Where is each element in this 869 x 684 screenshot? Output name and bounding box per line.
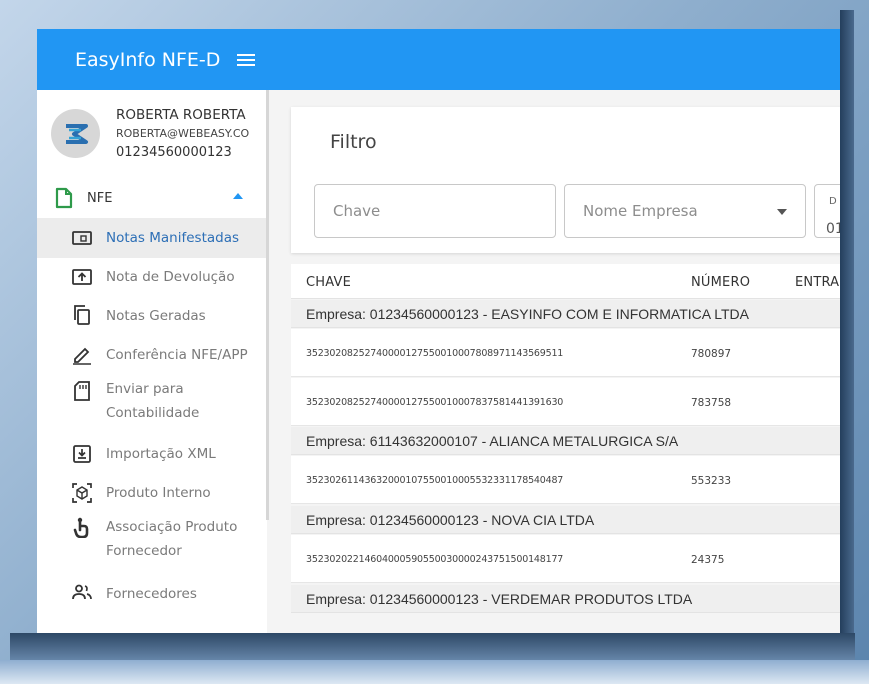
column-header-number[interactable]: NÚMERO <box>691 275 750 290</box>
frame-shadow-right <box>840 10 854 660</box>
table-row[interactable]: 3523026114363200010755001000553233117854… <box>291 456 840 504</box>
user-name: ROBERTA ROBERTA <box>116 107 246 123</box>
filter-title: Filtro <box>330 131 377 153</box>
column-header-key[interactable]: CHAVE <box>306 275 351 290</box>
cell-key: 3523020825274000012755001000780897114356… <box>306 348 564 359</box>
sidebar-item-enviar-contabilidade[interactable]: Enviar para Contabilidade <box>37 374 267 434</box>
sidebar-scrollbar[interactable] <box>266 90 269 520</box>
column-header-entry[interactable]: ENTRA <box>795 275 839 290</box>
easyinfo-logo-icon <box>65 123 88 144</box>
document-icon <box>71 227 93 249</box>
frame-shadow-fade <box>0 660 869 684</box>
user-profile: ROBERTA ROBERTA ROBERTA@WEBEASY.CO 01234… <box>51 107 267 167</box>
sidebar-section-label: NFE <box>87 191 113 206</box>
sidebar-section-nfe[interactable]: NFE <box>37 187 267 211</box>
file-icon <box>55 187 73 209</box>
pencil-icon <box>71 344 93 366</box>
table-row[interactable]: 3523020221460400059055003000024375150014… <box>291 535 840 583</box>
sidebar-item-label: Notas Geradas <box>106 308 206 324</box>
cell-number: 24375 <box>691 554 725 566</box>
sidebar-item-associacao-produto[interactable]: Associação Produto Fornecedor <box>37 512 267 574</box>
user-email: ROBERTA@WEBEASY.CO <box>116 127 250 140</box>
sidebar-item-conferencia[interactable]: Conferência NFE/APP <box>37 336 267 374</box>
sd-card-icon <box>71 380 93 402</box>
cell-number: 553233 <box>691 475 732 487</box>
date-input-value: 01 <box>826 221 840 237</box>
sidebar-item-label-line2: Fornecedor <box>106 543 182 559</box>
company-group-row: Empresa: 01234560000123 - VERDEMAR PRODU… <box>291 585 840 613</box>
sidebar-item-nota-devolucao[interactable]: Nota de Devolução <box>37 258 267 296</box>
company-group-row: Empresa: 01234560000123 - EASYINFO COM E… <box>291 300 840 328</box>
company-group-label: Empresa: 01234560000123 - VERDEMAR PRODU… <box>306 591 693 607</box>
sidebar-item-notas-manifestadas[interactable]: Notas Manifestadas <box>37 218 267 258</box>
frame-shadow-bottom <box>10 633 855 663</box>
people-icon <box>71 581 93 603</box>
filter-panel: Filtro Chave Nome Empresa D 01 <box>291 107 840 253</box>
company-group-row: Empresa: 61143632000107 - ALIANCA METALU… <box>291 427 840 455</box>
sidebar-item-label: Notas Manifestadas <box>106 230 240 246</box>
sidebar-item-label: Conferência NFE/APP <box>106 347 248 363</box>
table-header: CHAVE NÚMERO ENTRA <box>291 264 840 299</box>
touch-icon <box>71 516 93 538</box>
dropdown-arrow-icon <box>777 209 787 215</box>
hamburger-menu-icon[interactable] <box>236 52 256 68</box>
company-select-placeholder: Nome Empresa <box>583 202 698 220</box>
cell-key: 3523020825274000012755001000783758144139… <box>306 397 564 408</box>
key-input[interactable]: Chave <box>314 184 556 238</box>
top-app-bar: EasyInfo NFE-D <box>37 29 840 90</box>
date-input-label: D <box>829 196 837 207</box>
sidebar-item-label: Importação XML <box>106 446 216 462</box>
company-select[interactable]: Nome Empresa <box>564 184 806 238</box>
package-scan-icon <box>71 482 93 504</box>
cell-number: 783758 <box>691 397 732 409</box>
caret-up-icon[interactable] <box>233 193 243 199</box>
table-row[interactable]: 3523020825274000012755001000780897114356… <box>291 329 840 377</box>
user-cnpj: 01234560000123 <box>116 145 232 160</box>
sidebar-item-label: Enviar para <box>106 381 184 397</box>
sidebar-item-notas-geradas[interactable]: Notas Geradas <box>37 296 267 336</box>
sidebar-item-label: Fornecedores <box>106 586 197 602</box>
sidebar-item-importacao-xml[interactable]: Importação XML <box>37 434 267 474</box>
app-window: EasyInfo NFE-D ROBERTA ROBERTA ROBERTA@W… <box>37 29 840 633</box>
sidebar-item-label: Associação Produto <box>106 519 238 535</box>
table-row[interactable]: 3523020825274000012755001000783758144139… <box>291 378 840 426</box>
sidebar-item-fornecedores[interactable]: Fornecedores <box>37 574 267 614</box>
key-input-placeholder: Chave <box>333 202 381 220</box>
company-group-label: Empresa: 01234560000123 - NOVA CIA LTDA <box>306 512 595 528</box>
copy-icon <box>71 304 93 326</box>
company-group-row: Empresa: 01234560000123 - NOVA CIA LTDA <box>291 506 840 534</box>
sidebar-item-produto-interno[interactable]: Produto Interno <box>37 474 267 512</box>
company-group-label: Empresa: 01234560000123 - EASYINFO COM E… <box>306 306 749 322</box>
cell-key: 3523020221460400059055003000024375150014… <box>306 554 564 565</box>
sidebar-item-label-line2: Contabilidade <box>106 405 200 421</box>
sidebar: ROBERTA ROBERTA ROBERTA@WEBEASY.CO 01234… <box>37 90 267 633</box>
sidebar-item-label: Produto Interno <box>106 485 211 501</box>
avatar <box>51 109 100 158</box>
download-box-icon <box>71 443 93 465</box>
cell-key: 3523026114363200010755001000553233117854… <box>306 475 564 486</box>
main-content: Filtro Chave Nome Empresa D 01 CHAVE NÚM… <box>291 90 840 633</box>
upload-box-icon <box>71 266 93 288</box>
sidebar-item-label: Nota de Devolução <box>106 269 235 285</box>
company-group-label: Empresa: 61143632000107 - ALIANCA METALU… <box>306 433 679 449</box>
cell-number: 780897 <box>691 348 732 360</box>
app-title: EasyInfo NFE-D <box>75 48 221 71</box>
